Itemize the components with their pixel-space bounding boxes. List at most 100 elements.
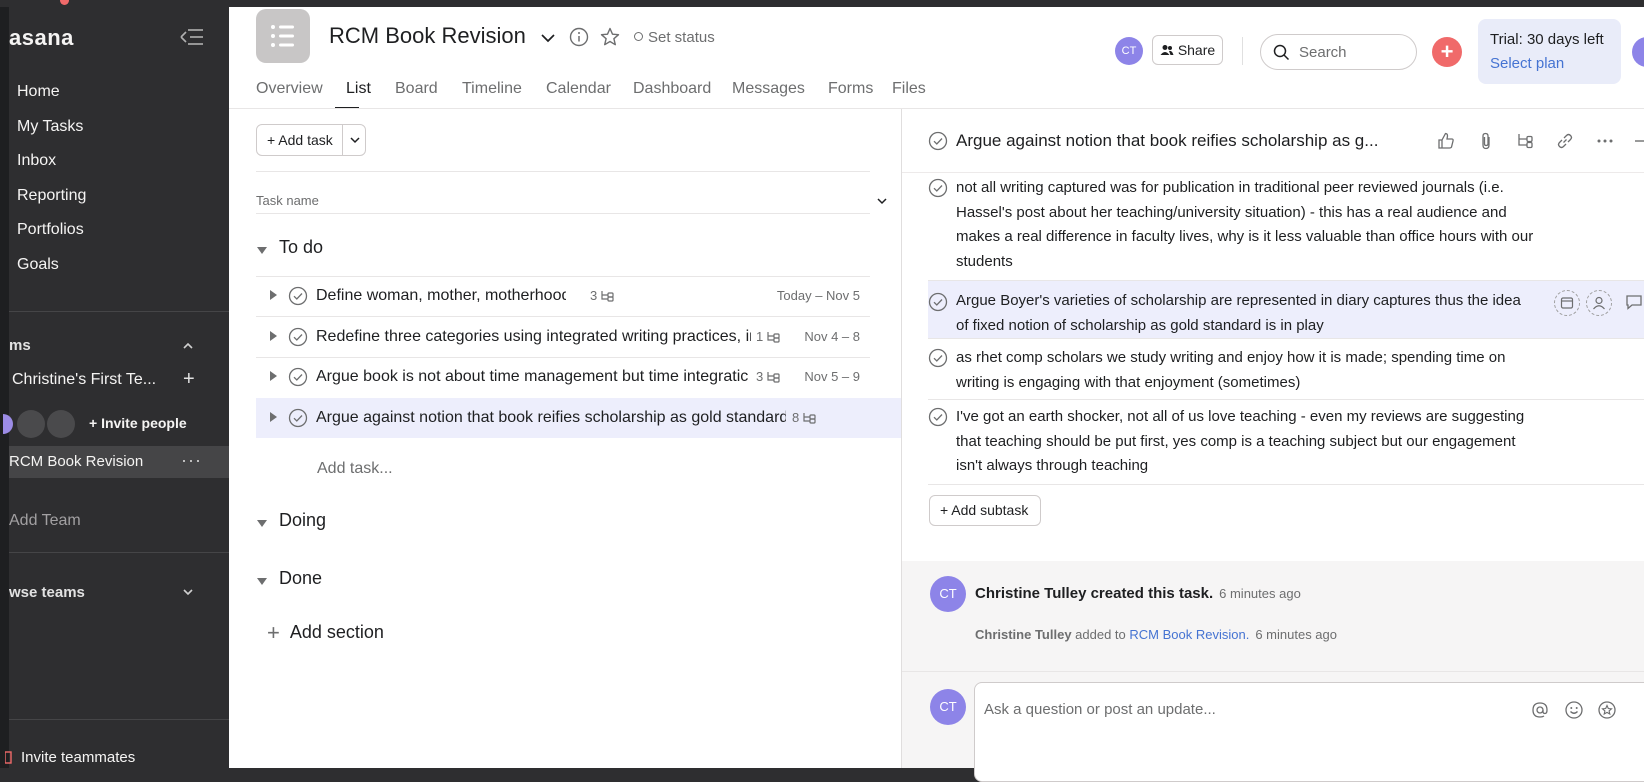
mention-icon[interactable]: [1530, 700, 1550, 720]
task-row[interactable]: Redefine three categories using integrat…: [256, 317, 870, 357]
expand-subtasks-icon[interactable]: [270, 412, 277, 422]
expand-subtasks-icon[interactable]: [270, 290, 277, 300]
emoji-icon[interactable]: [1564, 700, 1584, 720]
more-options-icon[interactable]: [1595, 131, 1615, 151]
tab-files[interactable]: Files: [892, 80, 926, 98]
trial-banner[interactable]: Trial: 30 days left Select plan: [1478, 19, 1621, 84]
task-due-date[interactable]: Today – Nov 5: [777, 288, 860, 303]
check-circle-icon[interactable]: [928, 292, 948, 312]
avatar[interactable]: CT: [1115, 37, 1143, 65]
subtask-item[interactable]: I've got an earth shocker, not all of us…: [928, 399, 1644, 483]
chevron-down-icon[interactable]: [539, 29, 557, 47]
check-circle-icon[interactable]: [928, 348, 948, 368]
due-date-icon[interactable]: [1554, 290, 1580, 316]
subtask-count[interactable]: 3: [590, 288, 614, 303]
like-icon[interactable]: [1436, 131, 1456, 151]
section-title-done[interactable]: Done: [279, 568, 322, 589]
tab-list[interactable]: List: [346, 80, 371, 98]
assignee-icon[interactable]: [1586, 290, 1612, 316]
add-task-inline[interactable]: Add task...: [317, 460, 393, 478]
add-team-link[interactable]: Add Team: [9, 512, 81, 530]
task-row[interactable]: Define woman, mother, motherhood 3 Today…: [256, 276, 870, 316]
task-row[interactable]: Argue book is not about time management …: [256, 357, 870, 397]
task-name[interactable]: Redefine three categories using integrat…: [316, 328, 751, 346]
activity-actor[interactable]: Christine Tulley: [975, 627, 1072, 642]
appreciation-icon[interactable]: [1597, 700, 1617, 720]
comment-icon[interactable]: [1624, 292, 1644, 312]
check-circle-icon[interactable]: [928, 178, 948, 198]
collapse-section-icon[interactable]: [257, 247, 267, 254]
browse-teams-label[interactable]: wse teams: [9, 584, 85, 601]
member-avatar[interactable]: [47, 410, 75, 438]
subtask-text[interactable]: as rhet comp scholars we study writing a…: [956, 346, 1536, 395]
check-circle-icon[interactable]: [288, 408, 308, 428]
task-due-date[interactable]: Nov 5 – 9: [804, 369, 860, 384]
chevron-down-icon[interactable]: [875, 194, 889, 208]
create-plus-button[interactable]: +: [1432, 37, 1462, 67]
team-name[interactable]: Christine's First Te...: [12, 371, 156, 389]
collapse-section-icon[interactable]: [257, 578, 267, 585]
task-name[interactable]: Argue against notion that book reifies s…: [316, 409, 786, 427]
invite-teammates-button[interactable]: Invite teammates: [21, 749, 135, 766]
more-options-icon[interactable]: ···: [181, 450, 202, 471]
avatar[interactable]: CT: [930, 576, 966, 612]
sidebar-item-reporting[interactable]: Reporting: [17, 187, 86, 205]
comment-input[interactable]: Ask a question or post an update...: [974, 682, 1644, 782]
subtask-text[interactable]: not all writing captured was for publica…: [956, 176, 1536, 274]
task-due-date[interactable]: Nov 4 – 8: [804, 329, 860, 344]
sidebar-item-goals[interactable]: Goals: [17, 256, 59, 274]
attachment-icon[interactable]: [1476, 131, 1496, 151]
task-name[interactable]: Argue book is not about time management …: [316, 368, 751, 386]
chevron-down-icon[interactable]: [348, 133, 362, 147]
subtask-count[interactable]: 8: [792, 410, 816, 425]
asana-logo[interactable]: asana: [9, 25, 74, 51]
task-detail-title[interactable]: Argue against notion that book reifies s…: [956, 131, 1406, 151]
check-circle-icon[interactable]: [288, 327, 308, 347]
link-icon[interactable]: [1555, 131, 1575, 151]
check-circle-icon[interactable]: [288, 286, 308, 306]
profile-avatar[interactable]: [1632, 37, 1644, 67]
select-plan-link[interactable]: Select plan: [1490, 55, 1564, 72]
expand-subtasks-icon[interactable]: [270, 331, 277, 341]
task-name[interactable]: Define woman, mother, motherhood: [316, 287, 566, 305]
project-list-icon[interactable]: [256, 9, 310, 63]
sidebar-project-rcm-book-revision[interactable]: RCM Book Revision ···: [9, 446, 229, 478]
add-section-button[interactable]: + Add section: [267, 620, 384, 646]
expand-subtasks-icon[interactable]: [270, 371, 277, 381]
chevron-up-icon[interactable]: [181, 339, 195, 353]
tab-messages[interactable]: Messages: [732, 80, 805, 98]
close-pane-icon[interactable]: [1633, 131, 1644, 151]
subtask-text[interactable]: I've got an earth shocker, not all of us…: [956, 405, 1536, 479]
section-title-todo[interactable]: To do: [279, 237, 323, 258]
info-icon[interactable]: [569, 27, 589, 47]
tab-dashboard[interactable]: Dashboard: [633, 80, 711, 98]
add-project-plus-icon[interactable]: +: [183, 368, 195, 391]
project-title[interactable]: RCM Book Revision: [329, 23, 526, 49]
member-avatar[interactable]: [17, 410, 45, 438]
add-subtask-button[interactable]: + Add subtask: [929, 495, 1041, 526]
subtask-icon[interactable]: [1515, 131, 1535, 151]
sidebar-item-my-tasks[interactable]: My Tasks: [17, 118, 83, 136]
chevron-down-icon[interactable]: [181, 585, 195, 599]
tab-calendar[interactable]: Calendar: [546, 80, 611, 98]
teams-section-label[interactable]: ms: [9, 337, 31, 354]
sidebar-item-portfolios[interactable]: Portfolios: [17, 221, 84, 239]
avatar[interactable]: CT: [930, 689, 966, 725]
share-button[interactable]: Share: [1152, 35, 1223, 65]
tab-forms[interactable]: Forms: [828, 80, 873, 98]
subtask-count[interactable]: 3: [756, 369, 780, 384]
subtask-item[interactable]: not all writing captured was for publica…: [928, 174, 1644, 272]
member-avatar[interactable]: [3, 414, 13, 434]
add-task-button[interactable]: + Add task: [256, 124, 366, 156]
sidebar-item-inbox[interactable]: Inbox: [17, 152, 56, 170]
collapse-sidebar-icon[interactable]: [174, 25, 206, 49]
check-circle-icon[interactable]: [928, 407, 948, 427]
task-row-selected[interactable]: Argue against notion that book reifies s…: [256, 398, 901, 438]
subtask-item[interactable]: as rhet comp scholars we study writing a…: [928, 339, 1644, 396]
search-input[interactable]: Search: [1260, 34, 1417, 70]
sidebar-item-home[interactable]: Home: [17, 83, 60, 101]
tab-board[interactable]: Board: [395, 80, 438, 98]
invite-people-button[interactable]: + Invite people: [89, 415, 187, 431]
section-title-doing[interactable]: Doing: [279, 510, 326, 531]
star-icon[interactable]: [599, 26, 621, 48]
